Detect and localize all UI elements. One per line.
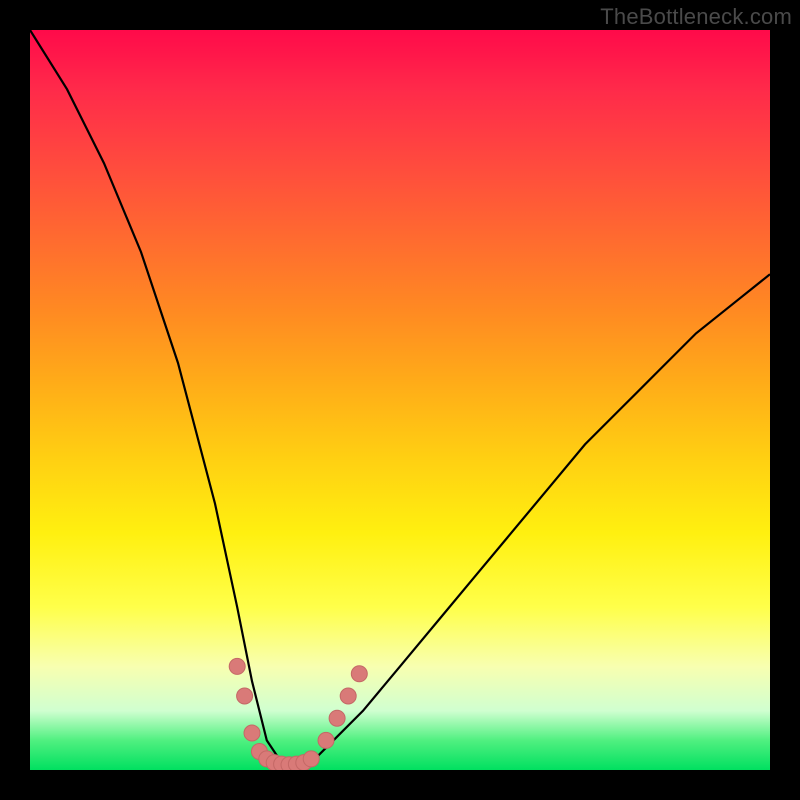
marker-point	[303, 751, 319, 767]
marker-point	[329, 710, 345, 726]
watermark-text: TheBottleneck.com	[600, 4, 792, 30]
marker-point	[244, 725, 260, 741]
marker-point	[340, 688, 356, 704]
marker-point	[318, 732, 334, 748]
marker-point	[229, 658, 245, 674]
marker-point	[351, 666, 367, 682]
chart-frame: TheBottleneck.com	[0, 0, 800, 800]
chart-svg	[30, 30, 770, 770]
bottleneck-curve	[30, 30, 770, 770]
plot-area	[30, 30, 770, 770]
marker-point	[237, 688, 253, 704]
